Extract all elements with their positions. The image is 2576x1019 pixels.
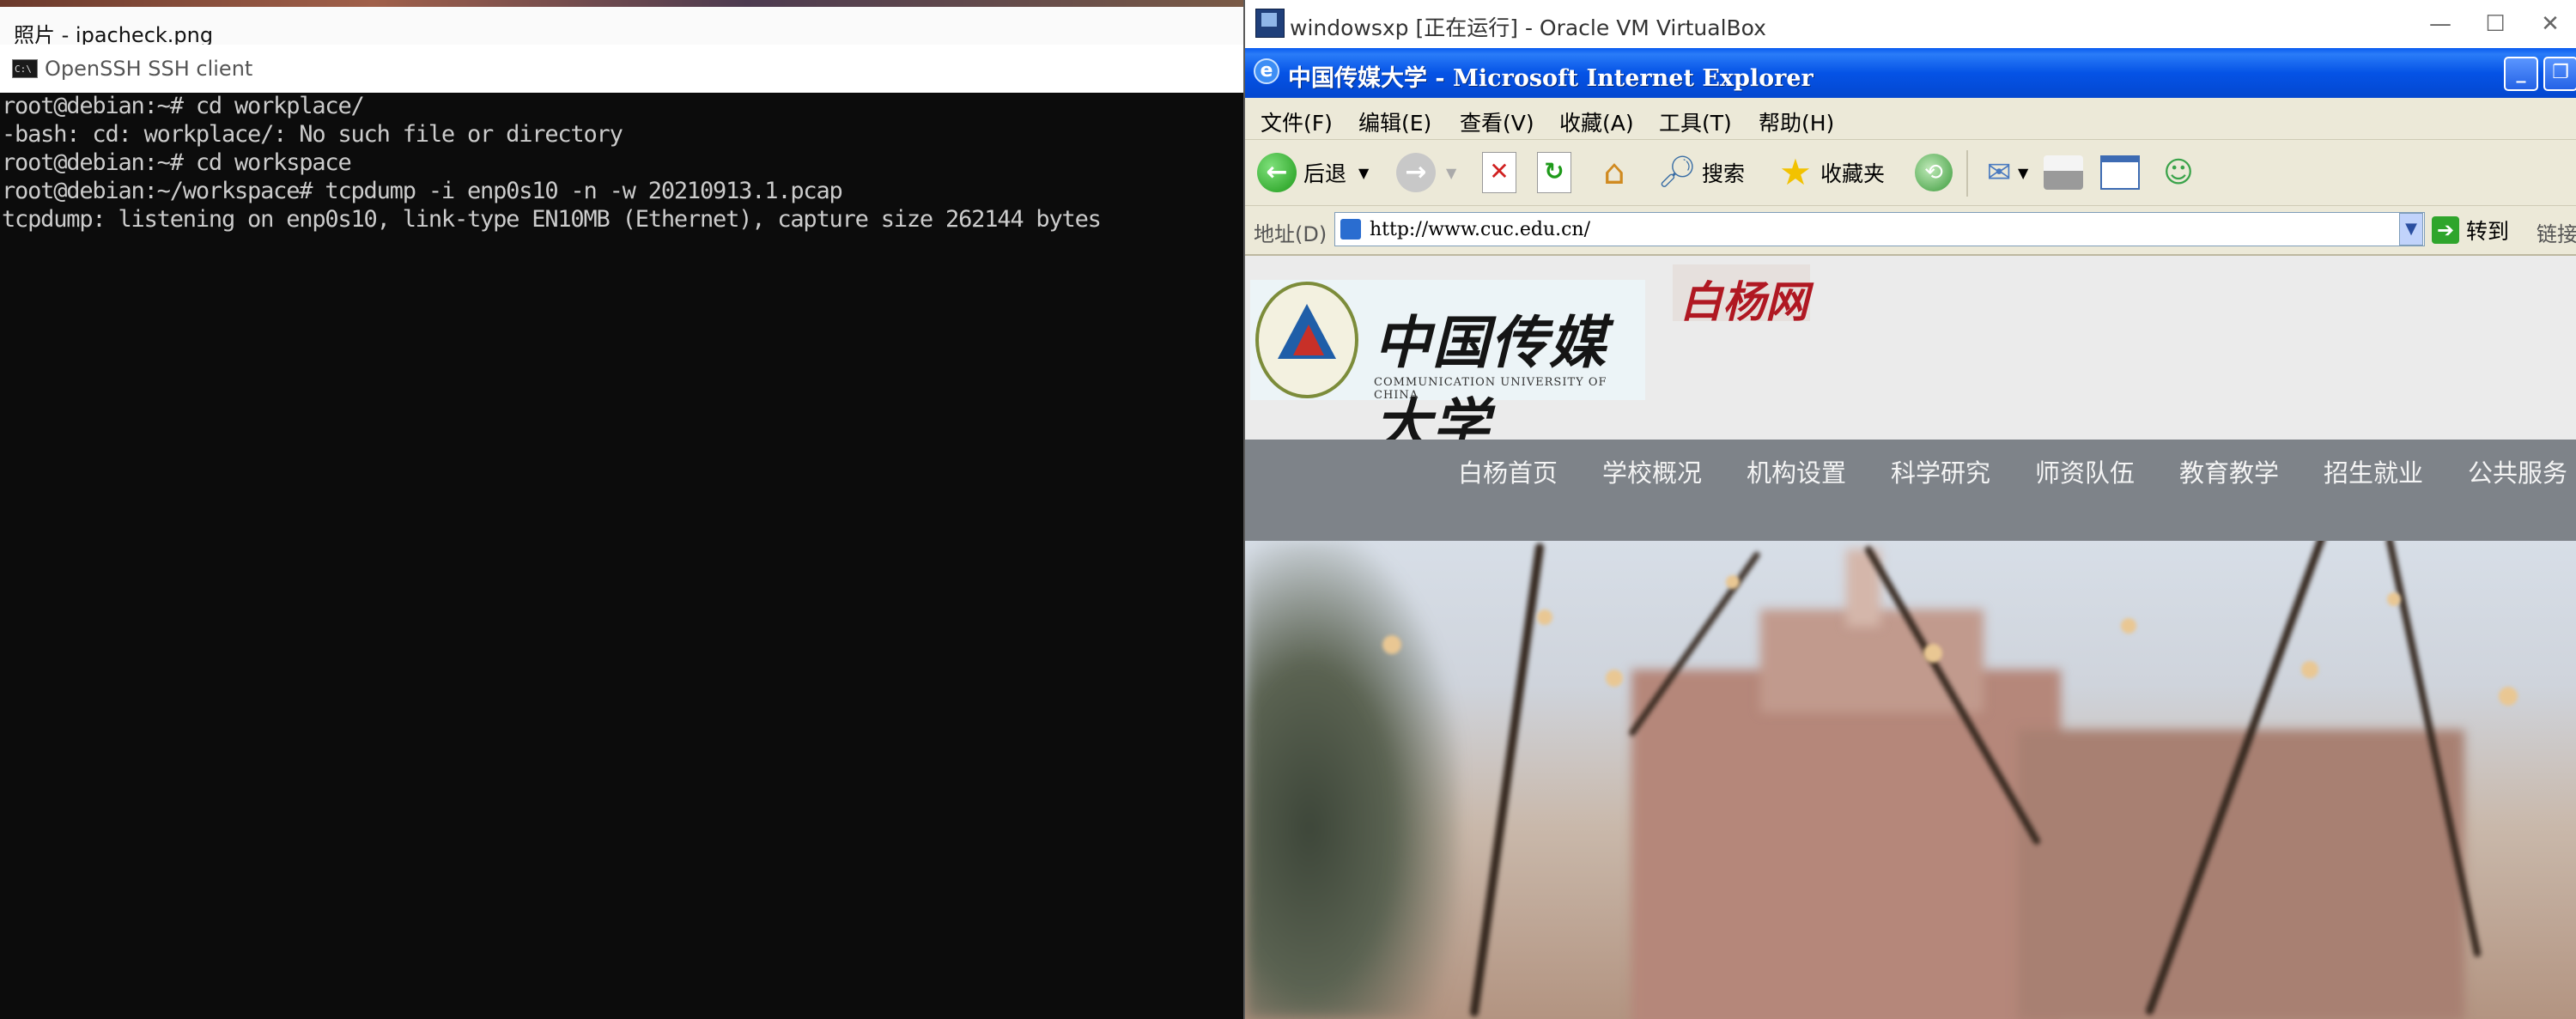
logo-english-name: COMMUNICATION UNIVERSITY OF CHINA: [1374, 376, 1607, 402]
ie-toolbar: ← 后退 ▼ → ▼ ✕ ↻ ⌂ 🔎︎ 搜索 ★ 收藏夹 ⟲ ✉ ▼ ☺: [1245, 140, 2576, 206]
stop-icon: ✕: [1482, 152, 1516, 193]
nav-research[interactable]: 科学研究: [1891, 453, 1990, 489]
nav-faculty[interactable]: 师资队伍: [2035, 453, 2135, 489]
menu-view[interactable]: 查看(V): [1460, 106, 1534, 137]
virtualbox-title: windowsxp [正在运行] - Oracle VM VirtualBox: [1290, 15, 1766, 40]
ie-address-bar: 地址(D) http://www.cuc.edu.cn/ ▼ ➔ 转到 链接: [1245, 206, 2576, 256]
forward-arrow-icon: →: [1396, 153, 1436, 192]
terminal-line: root@debian:~# cd workspace: [2, 149, 352, 176]
back-label: 后退: [1303, 161, 1347, 186]
toolbar-separator: [1966, 150, 1968, 197]
mail-dropdown-icon[interactable]: ▼: [2018, 165, 2028, 181]
vm-screen[interactable]: e 中国传媒大学 - Microsoft Internet Explorer _…: [1245, 48, 2576, 1019]
search-label: 搜索: [1702, 161, 1746, 186]
refresh-icon: ↻: [1537, 152, 1571, 193]
address-dropdown-icon[interactable]: ▼: [2399, 213, 2423, 246]
photos-image-strip: [0, 0, 1243, 7]
university-emblem-icon: [1255, 282, 1358, 398]
terminal-icon: C:\: [12, 59, 38, 78]
menu-favorites[interactable]: 收藏(A): [1559, 106, 1634, 137]
menu-file[interactable]: 文件(F): [1261, 106, 1333, 137]
nav-home[interactable]: 白杨首页: [1458, 453, 1558, 489]
terminal-line: -bash: cd: workplace/: No such file or d…: [2, 121, 623, 148]
refresh-button[interactable]: ↻: [1537, 147, 1571, 198]
go-label: 转到: [2466, 219, 2510, 244]
back-button[interactable]: ← 后退 ▼: [1257, 147, 1369, 198]
nav-about[interactable]: 学校概况: [1602, 453, 1702, 489]
site-navbar: 白杨首页 学校概况 机构设置 科学研究 师资队伍 教育教学 招生就业 公共服务: [1245, 440, 2576, 541]
ie-title: 中国传媒大学 - Microsoft Internet Explorer: [1288, 65, 1814, 92]
favorites-button[interactable]: ★ 收藏夹: [1776, 147, 1885, 198]
back-dropdown-icon[interactable]: ▼: [1358, 165, 1369, 181]
virtualbox-icon: [1255, 9, 1285, 38]
ie-titlebar[interactable]: e 中国传媒大学 - Microsoft Internet Explorer _…: [1245, 48, 2576, 98]
terminal-line: root@debian:~# cd workplace/: [2, 93, 365, 119]
go-arrow-icon: ➔: [2432, 216, 2459, 244]
nav-organization[interactable]: 机构设置: [1747, 453, 1846, 489]
site-header: 中国传媒大学 COMMUNICATION UNIVERSITY OF CHINA…: [1245, 256, 2576, 458]
messenger-icon: ☺: [2163, 155, 2194, 190]
site-logo[interactable]: 中国传媒大学 COMMUNICATION UNIVERSITY OF CHINA: [1250, 280, 1645, 458]
terminal-output[interactable]: root@debian:~# cd workplace/ -bash: cd: …: [0, 93, 1243, 1019]
forward-button[interactable]: → ▼: [1396, 147, 1456, 198]
favorites-label: 收藏夹: [1820, 161, 1886, 186]
baiyang-logo[interactable]: 白杨网: [1673, 264, 1810, 327]
history-icon: ⟲: [1915, 154, 1953, 191]
menu-edit[interactable]: 编辑(E): [1358, 106, 1431, 137]
history-button[interactable]: ⟲: [1915, 147, 1953, 198]
menu-tools[interactable]: 工具(T): [1659, 106, 1732, 137]
ssh-title: OpenSSH SSH client: [45, 57, 253, 81]
mail-icon: ✉: [1986, 155, 2012, 190]
edit-page-icon: [2100, 155, 2140, 190]
stop-button[interactable]: ✕: [1482, 147, 1516, 198]
go-button[interactable]: ➔ 转到: [2432, 212, 2509, 248]
nav-public-services[interactable]: 公共服务: [2468, 453, 2567, 489]
links-label[interactable]: 链接: [2537, 217, 2576, 247]
printer-icon: [2044, 155, 2083, 190]
mail-button[interactable]: ✉ ▼: [1980, 147, 2029, 198]
minimize-button[interactable]: —: [2416, 5, 2464, 43]
ie-logo-icon: e: [1254, 58, 1279, 84]
messenger-button[interactable]: ☺: [2159, 147, 2198, 198]
address-input[interactable]: http://www.cuc.edu.cn/: [1334, 212, 2425, 246]
ie-menubar: 文件(F) 编辑(E) 查看(V) 收藏(A) 工具(T) 帮助(H): [1245, 98, 2576, 140]
home-button[interactable]: ⌂: [1594, 147, 1635, 198]
photos-title: 照片 - ipacheck.png: [14, 23, 214, 47]
ssh-titlebar[interactable]: C:\ OpenSSH SSH client: [0, 45, 1243, 94]
print-button[interactable]: [2044, 147, 2083, 198]
terminal-line: root@debian:~/workspace# tcpdump -i enp0…: [2, 178, 843, 204]
search-icon: 🔎︎: [1657, 155, 1697, 190]
virtualbox-titlebar[interactable]: windowsxp [正在运行] - Oracle VM VirtualBox …: [1245, 0, 2576, 48]
nav-admissions[interactable]: 招生就业: [2324, 453, 2423, 489]
ie-minimize-button[interactable]: _: [2504, 57, 2538, 91]
search-button[interactable]: 🔎︎ 搜索: [1657, 147, 1745, 198]
ie-restore-button[interactable]: ❐: [2543, 57, 2576, 91]
web-page[interactable]: 中国传媒大学 COMMUNICATION UNIVERSITY OF CHINA…: [1245, 256, 2576, 1019]
back-arrow-icon: ←: [1257, 153, 1297, 192]
home-icon: ⌂: [1603, 153, 1625, 192]
photos-titlebar[interactable]: 照片 - ipacheck.png: [0, 7, 1243, 47]
address-label: 地址(D): [1254, 222, 1327, 246]
page-icon: [1340, 219, 1361, 240]
terminal-line: tcpdump: listening on enp0s10, link-type…: [2, 206, 1102, 233]
star-icon: ★: [1779, 151, 1812, 193]
address-url: http://www.cuc.edu.cn/: [1370, 219, 1591, 240]
baiyang-text: 白杨网: [1680, 276, 1808, 327]
maximize-button[interactable]: ☐: [2471, 5, 2519, 43]
forward-dropdown-icon[interactable]: ▼: [1446, 165, 1456, 181]
nav-education[interactable]: 教育教学: [2179, 453, 2279, 489]
edit-button[interactable]: [2100, 147, 2140, 198]
hero-image: [1245, 541, 2576, 1019]
virtualbox-window[interactable]: windowsxp [正在运行] - Oracle VM VirtualBox …: [1243, 0, 2576, 1019]
close-button[interactable]: ✕: [2526, 5, 2574, 43]
menu-help[interactable]: 帮助(H): [1759, 106, 1834, 137]
ssh-window[interactable]: C:\ OpenSSH SSH client root@debian:~# cd…: [0, 45, 1243, 1019]
